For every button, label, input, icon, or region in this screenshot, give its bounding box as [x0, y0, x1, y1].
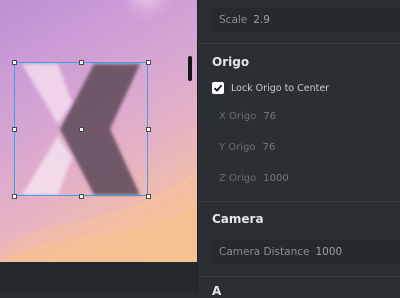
divider — [198, 43, 400, 44]
camera-distance-value[interactable]: 1000 — [315, 246, 342, 258]
properties-panel: Scale 2.9 Origo Lock Origo to Center X Or… — [197, 0, 400, 298]
lock-origo-label[interactable]: Lock Origo to Center — [231, 82, 329, 95]
divider — [198, 201, 400, 202]
resize-handle-bottom[interactable] — [79, 194, 84, 199]
camera-distance-label: Camera Distance — [219, 246, 310, 258]
z-origo-value: 1000 — [263, 173, 289, 184]
origin-point[interactable] — [79, 127, 84, 132]
z-origo-field: Z Origo 1000 — [219, 173, 289, 184]
y-origo-label: Y Origo — [219, 142, 256, 153]
lock-origo-checkbox[interactable] — [212, 82, 224, 94]
canvas-footer — [0, 262, 197, 292]
resize-handle-left[interactable] — [12, 127, 17, 132]
next-section-title: A — [212, 284, 222, 298]
z-origo-label: Z Origo — [219, 173, 257, 184]
resize-handle-top[interactable] — [79, 60, 84, 65]
resize-handle-right[interactable] — [146, 127, 151, 132]
scale-value[interactable]: 2.9 — [253, 14, 270, 26]
scale-field[interactable]: Scale 2.9 — [212, 8, 400, 32]
y-origo-field: Y Origo 76 — [219, 142, 275, 153]
scrollbar-thumb[interactable] — [188, 56, 192, 81]
divider — [198, 276, 400, 277]
checkmark-icon — [213, 84, 223, 92]
y-origo-value: 76 — [262, 142, 276, 153]
x-origo-value: 76 — [263, 111, 276, 122]
x-origo-label: X Origo — [219, 111, 257, 122]
resize-handle-bottom-left[interactable] — [12, 194, 17, 199]
resize-handle-top-right[interactable] — [146, 60, 151, 65]
resize-handle-bottom-right[interactable] — [146, 194, 151, 199]
camera-section-title: Camera — [212, 212, 264, 226]
scale-label: Scale — [219, 14, 248, 26]
resize-handle-top-left[interactable] — [12, 60, 17, 65]
x-origo-field: X Origo 76 — [219, 111, 276, 122]
camera-distance-field[interactable]: Camera Distance 1000 — [212, 240, 400, 264]
origo-section-title: Origo — [212, 55, 250, 69]
canvas-area[interactable] — [0, 0, 197, 262]
